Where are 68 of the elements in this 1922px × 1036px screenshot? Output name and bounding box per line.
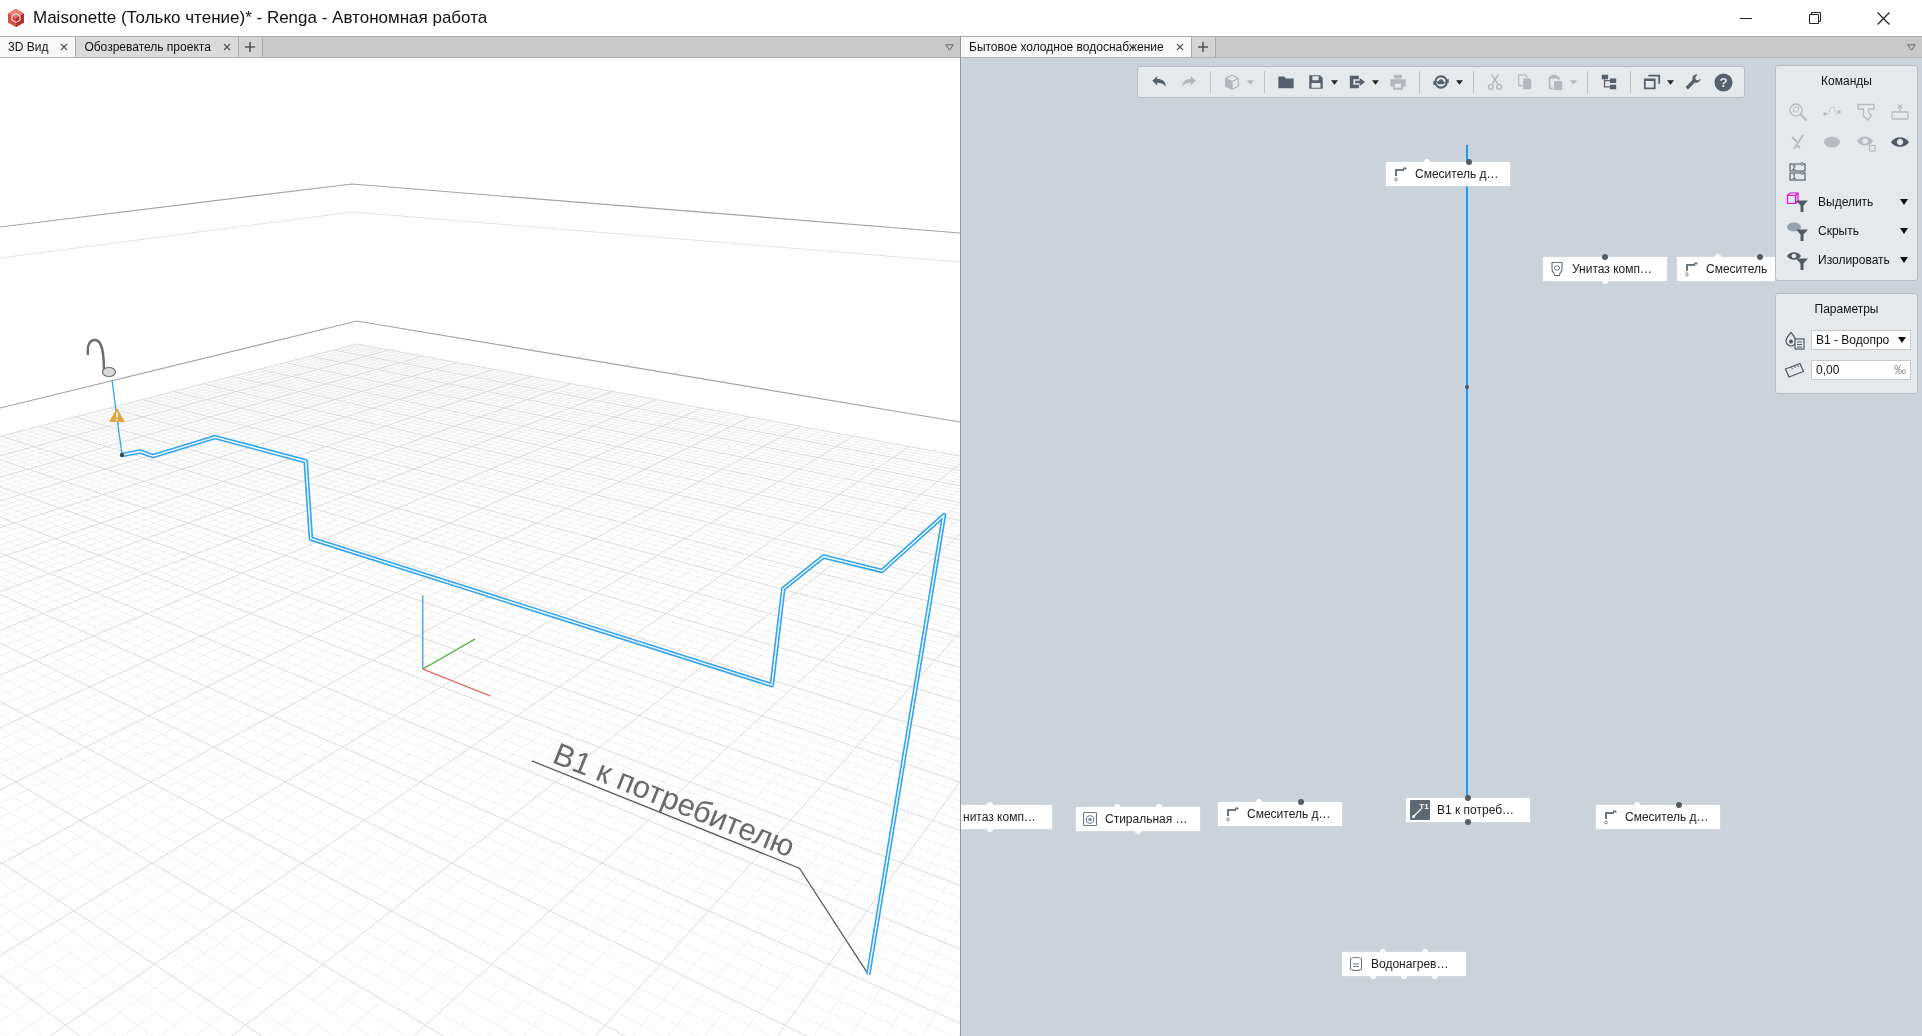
- washing-machine-icon: [1082, 811, 1098, 827]
- print-icon: [1389, 73, 1407, 91]
- caret-icon[interactable]: [1667, 79, 1674, 85]
- filter-menu-button[interactable]: Выделить: [1776, 187, 1917, 216]
- app-logo-icon: [6, 8, 26, 28]
- faucet-icon[interactable]: [86, 338, 117, 378]
- diagram-node[interactable]: Стиральная …: [1076, 807, 1200, 831]
- dropdown-icon[interactable]: [945, 43, 954, 51]
- plus-icon[interactable]: [245, 42, 256, 52]
- close-icon[interactable]: [1175, 43, 1184, 51]
- ruler-icon: [1784, 361, 1805, 379]
- copy-icon: [1516, 73, 1534, 91]
- diagram-node[interactable]: нитаз комп…: [961, 805, 1052, 829]
- hierarchy-icon: [1600, 73, 1618, 91]
- faucet-icon: [1683, 261, 1699, 277]
- diagram-node[interactable]: Смеситель д…: [1218, 802, 1342, 826]
- caret-icon: [1900, 256, 1908, 263]
- unit-label: ‰: [1894, 363, 1906, 377]
- paste-icon: [1546, 73, 1564, 91]
- drop-and-list-icon: [1784, 330, 1805, 350]
- minimize-icon: [1739, 17, 1752, 19]
- diagram-node[interactable]: Водонагрев…: [1342, 952, 1466, 976]
- junction-dot-icon: [1465, 385, 1469, 389]
- faucet-icon: [1224, 806, 1240, 822]
- plus-icon[interactable]: [1198, 42, 1209, 52]
- faucet-icon: [1392, 166, 1408, 182]
- window-title: Maisonette (Только чтение)* - Renga - Автономная работа: [33, 8, 488, 28]
- scissors-icon: [1486, 73, 1504, 91]
- restore-icon: [1808, 12, 1821, 24]
- diagram-node[interactable]: T1 В1 к потреб…: [1406, 798, 1530, 822]
- panel-title: Параметры: [1813, 302, 1880, 316]
- cube-funnel-icon: [1786, 190, 1809, 213]
- caret-icon: [1900, 198, 1908, 205]
- windows-icon: [1643, 73, 1661, 91]
- magnifier-icon: [1788, 102, 1808, 122]
- faucet-icon: [1602, 809, 1618, 825]
- caret-icon[interactable]: [1372, 79, 1379, 85]
- tank-icon: [1348, 956, 1364, 972]
- slope-field[interactable]: 0,00 ‰: [1811, 360, 1911, 380]
- tab[interactable]: Бытовое холодное водоснабжение: [961, 37, 1192, 57]
- caret-icon[interactable]: [1331, 79, 1338, 85]
- export-icon: [1348, 73, 1366, 91]
- caret-icon[interactable]: [1456, 79, 1463, 85]
- save-icon: [1307, 73, 1325, 91]
- pipe-fitting-icon: [1856, 102, 1876, 122]
- caret-icon: [1900, 227, 1908, 234]
- diagram-node[interactable]: Унитаз комп…: [1543, 257, 1667, 281]
- panel-title: Команды: [1820, 74, 1873, 88]
- dropdown-icon[interactable]: [1907, 43, 1916, 51]
- toilet-icon: [1549, 261, 1565, 277]
- sync-icon: [1432, 73, 1450, 91]
- tab[interactable]: Обозреватель проекта: [76, 37, 239, 57]
- filter-menu-button[interactable]: Скрыть: [1776, 216, 1917, 245]
- diagram-node[interactable]: Смеситель д…: [1386, 162, 1510, 186]
- caret-icon: [1898, 337, 1906, 343]
- warning-icon: [109, 408, 125, 422]
- diagram-node[interactable]: Смеситель: [1677, 257, 1775, 281]
- diagram-node[interactable]: Смеситель д…: [1596, 805, 1720, 829]
- tab[interactable]: 3D Вид: [0, 37, 77, 57]
- box-cross-icon: [1890, 102, 1910, 122]
- wrench-icon: [1684, 73, 1702, 91]
- cube-icon: [1223, 73, 1241, 91]
- system-dropdown[interactable]: В1 - Водопро: [1811, 330, 1911, 350]
- filter-menu-button[interactable]: Изолировать: [1776, 245, 1917, 274]
- close-icon: [1877, 11, 1890, 25]
- close-icon[interactable]: [60, 43, 69, 51]
- pipe-terminal-icon: T1: [1410, 800, 1430, 820]
- close-icon[interactable]: [222, 43, 231, 51]
